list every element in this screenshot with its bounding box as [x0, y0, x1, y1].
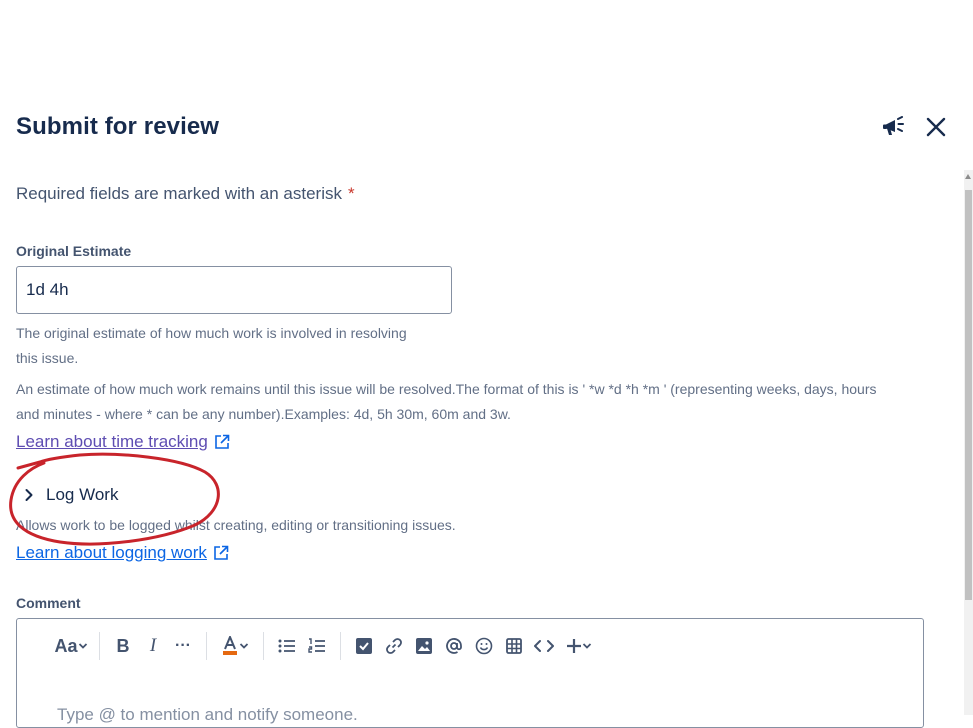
original-estimate-label: Original Estimate	[16, 243, 132, 259]
toolbar-divider	[206, 632, 207, 660]
bold-icon: B	[116, 635, 130, 656]
original-estimate-input[interactable]: 1d 4h	[16, 266, 452, 314]
plus-icon	[567, 639, 581, 653]
log-work-description: Allows work to be logged whilst creating…	[16, 517, 456, 533]
comment-label: Comment	[16, 595, 81, 611]
toolbar-divider	[340, 632, 341, 660]
mention-icon	[446, 638, 462, 654]
code-icon	[534, 640, 554, 652]
help-line: this issue.	[16, 350, 79, 366]
text-style-label: Aa	[54, 635, 78, 656]
action-item-button[interactable]	[349, 631, 379, 661]
required-asterisk: *	[347, 184, 355, 203]
scrollbar-thumb[interactable]	[965, 190, 972, 600]
estimate-format-help: An estimate of how much work remains unt…	[16, 377, 876, 427]
log-work-label: Log Work	[46, 485, 119, 504]
editor-toolbar: Aa B I ···	[51, 631, 599, 661]
more-formatting-button[interactable]: ···	[168, 631, 198, 661]
close-icon	[926, 117, 946, 137]
toolbar-divider	[99, 632, 100, 660]
more-icon: ···	[175, 637, 191, 654]
comment-editor[interactable]: Aa B I ··· Type @ to mention and notify …	[16, 618, 924, 728]
original-estimate-value: 1d 4h	[26, 280, 69, 299]
learn-time-tracking-link[interactable]: Learn about time tracking	[16, 432, 230, 452]
link-text: Learn about logging work	[16, 543, 207, 562]
numbered-list-button[interactable]	[302, 631, 332, 661]
help-line: The original estimate of how much work i…	[16, 325, 407, 341]
italic-icon: I	[149, 635, 157, 656]
code-snippet-button[interactable]	[529, 631, 559, 661]
checkbox-icon	[356, 638, 372, 654]
text-color-button[interactable]	[215, 631, 255, 661]
external-link-icon	[214, 545, 229, 560]
chevron-right-icon	[25, 489, 33, 501]
insert-more-button[interactable]	[559, 631, 599, 661]
dialog-title: Submit for review	[16, 113, 220, 140]
megaphone-icon[interactable]	[880, 112, 910, 142]
comment-placeholder: Type @ to mention and notify someone.	[57, 705, 358, 724]
table-icon	[506, 638, 522, 654]
original-estimate-help: The original estimate of how much work i…	[16, 321, 407, 371]
chevron-down-icon	[78, 643, 87, 649]
table-button[interactable]	[499, 631, 529, 661]
scrollbar[interactable]	[964, 170, 973, 715]
mention-button[interactable]	[439, 631, 469, 661]
link-icon	[386, 638, 402, 654]
link-text: Learn about time tracking	[16, 432, 208, 451]
link-button[interactable]	[379, 631, 409, 661]
bullet-list-icon	[278, 639, 295, 653]
numbered-list-icon	[308, 638, 325, 653]
external-link-icon	[215, 434, 230, 449]
image-icon	[416, 638, 432, 654]
text-color-icon	[223, 636, 237, 655]
scroll-up-arrow-icon[interactable]	[965, 174, 971, 179]
chevron-down-icon	[239, 643, 249, 649]
help-line: and minutes - where * can be any number)…	[16, 406, 511, 422]
text-style-dropdown[interactable]: Aa	[51, 631, 91, 661]
close-button[interactable]	[921, 112, 951, 142]
image-button[interactable]	[409, 631, 439, 661]
italic-button[interactable]: I	[138, 631, 168, 661]
bullet-list-button[interactable]	[272, 631, 302, 661]
help-line: An estimate of how much work remains unt…	[16, 381, 877, 397]
toolbar-divider	[263, 632, 264, 660]
learn-logging-work-link[interactable]: Learn about logging work	[16, 543, 229, 563]
chevron-down-icon	[582, 643, 592, 649]
emoji-button[interactable]	[469, 631, 499, 661]
log-work-expander[interactable]: Log Work	[24, 482, 118, 508]
bold-button[interactable]: B	[108, 631, 138, 661]
emoji-icon	[475, 637, 493, 655]
required-fields-note: Required fields are marked with an aster…	[16, 184, 355, 204]
required-note-text: Required fields are marked with an aster…	[16, 184, 342, 203]
